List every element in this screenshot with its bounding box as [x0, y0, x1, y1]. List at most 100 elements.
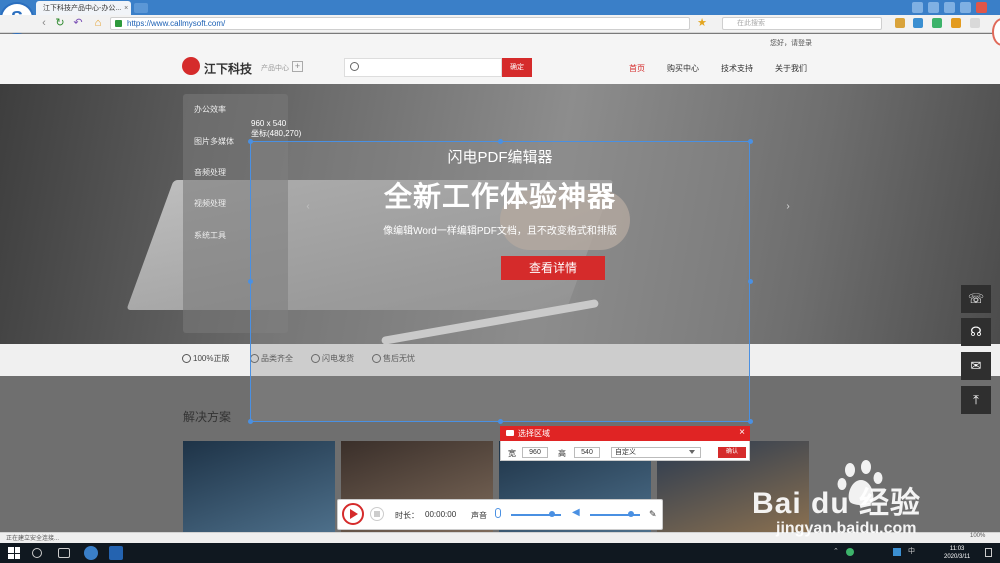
mic-volume-knob[interactable] [548, 511, 555, 517]
login-link[interactable]: 您好，请登录 [770, 38, 812, 48]
capture-size-label: 960 x 540 [251, 119, 287, 128]
watermark-url: jingyan.baidu.com [776, 520, 917, 537]
task-view-icon[interactable] [58, 548, 70, 558]
extension-icon[interactable] [895, 18, 905, 28]
skin-icon[interactable] [912, 2, 923, 13]
sound-label: 声音 [471, 511, 487, 520]
refresh-icon[interactable]: ↻ [54, 17, 66, 30]
banner-title: 闪电PDF编辑器 [447, 149, 553, 166]
width-input[interactable]: 960 [522, 447, 548, 458]
resize-handle-w[interactable] [248, 279, 253, 284]
preset-select[interactable]: 自定义 [611, 447, 701, 458]
phone-button[interactable]: ☏ [961, 285, 991, 313]
height-label: 高 [558, 449, 566, 458]
category-item-audio[interactable]: 音频处理 [194, 167, 226, 178]
microphone-icon[interactable] [495, 508, 501, 518]
resize-handle-s[interactable] [498, 419, 503, 424]
extension-icon[interactable] [932, 18, 942, 28]
site-search-input[interactable] [344, 58, 502, 77]
expand-plus-icon[interactable]: + [292, 61, 303, 72]
region-close-button[interactable]: × [737, 427, 747, 439]
notification-icon[interactable] [985, 548, 992, 557]
windows-start-icon[interactable] [8, 547, 20, 559]
mail-icon: ✉ [970, 358, 982, 373]
solution-card[interactable] [183, 441, 335, 532]
height-input[interactable]: 540 [574, 447, 600, 458]
width-label: 宽 [508, 449, 516, 458]
bookmark-star-icon[interactable]: ★ [696, 17, 708, 30]
extension-icon[interactable] [970, 18, 980, 28]
extension-icon[interactable] [951, 18, 961, 28]
duration-label: 时长： [395, 511, 419, 520]
region-confirm-button[interactable]: 确认 [718, 447, 746, 458]
banner-next-button[interactable]: › [781, 200, 795, 214]
duration-value: 00:00:00 [425, 510, 457, 519]
search-icon [350, 62, 359, 71]
view-details-button[interactable]: 查看详情 [501, 256, 605, 280]
address-url: https://www.callmysoft.com/ [127, 19, 226, 28]
customer-service-button[interactable]: ☊ [961, 318, 991, 346]
browser-search-input[interactable]: 在此搜索 [722, 17, 882, 30]
browser-tab[interactable]: 江下科技产品中心-办公... × [36, 1, 131, 15]
extension-icon[interactable] [913, 18, 923, 28]
undo-icon[interactable]: ↶ [72, 17, 84, 30]
site-search-button[interactable]: 确定 [502, 58, 532, 77]
nav-about[interactable]: 关于我们 [775, 63, 807, 74]
category-item-system[interactable]: 系统工具 [194, 230, 226, 241]
resize-handle-n[interactable] [498, 139, 503, 144]
app-taskbar-icon[interactable] [109, 546, 123, 560]
tab-title: 江下科技产品中心-办公... [43, 5, 122, 12]
nav-support[interactable]: 技术支持 [721, 63, 753, 74]
resize-handle-se[interactable] [748, 419, 753, 424]
address-bar[interactable]: https://www.callmysoft.com/ [110, 17, 690, 30]
minimize-button[interactable] [944, 2, 955, 13]
home-icon[interactable]: ⌂ [92, 17, 104, 30]
solutions-title: 解决方案 [183, 410, 232, 424]
resize-handle-sw[interactable] [248, 419, 253, 424]
banner-headline: 全新工作体验神器 [383, 181, 616, 212]
logo-subtitle: 产品中心 [261, 65, 289, 72]
shield-icon[interactable] [893, 548, 901, 556]
category-item-office[interactable]: 办公效率 [194, 104, 226, 115]
stop-icon [374, 511, 380, 517]
camera-icon [506, 430, 514, 436]
speaker-icon[interactable]: ◀ [572, 508, 582, 518]
secure-lock-icon [115, 20, 122, 27]
pen-icon[interactable]: ✎ [649, 509, 659, 519]
close-window-button[interactable] [976, 2, 987, 13]
back-icon[interactable]: ‹ [38, 17, 50, 30]
category-item-video[interactable]: 视频处理 [194, 198, 226, 209]
resize-handle-e[interactable] [748, 279, 753, 284]
chevron-down-icon [689, 450, 695, 454]
back-to-top-button[interactable]: ⤒ [961, 386, 991, 414]
chevron-up-icon[interactable]: ⌃ [833, 548, 841, 556]
region-dialog-title: 选择区域 [500, 426, 750, 441]
banner-description: 像编辑Word一样编辑PDF文档，且不改变格式和排版 [383, 226, 617, 237]
system-clock[interactable]: 11:03 2020/3/11 [944, 545, 970, 561]
logo-icon[interactable] [182, 57, 200, 75]
nav-home[interactable]: 首页 [629, 63, 645, 74]
maximize-button[interactable] [960, 2, 971, 13]
genuine-icon [182, 354, 191, 363]
headset-icon: ☊ [970, 324, 982, 339]
arrow-up-icon: ⤒ [973, 392, 979, 407]
resize-handle-nw[interactable] [248, 139, 253, 144]
wechat-icon[interactable] [846, 548, 854, 556]
nav-purchase[interactable]: 购买中心 [667, 63, 699, 74]
search-icon[interactable] [32, 548, 42, 558]
zoom-level[interactable]: 100% [970, 533, 985, 539]
ime-indicator[interactable]: 中 [908, 548, 916, 556]
resize-handle-ne[interactable] [748, 139, 753, 144]
speaker-volume-knob[interactable] [627, 511, 634, 517]
menu-icon[interactable] [928, 2, 939, 13]
capture-coord-label: 坐标(480,270) [251, 129, 302, 138]
browser-taskbar-icon[interactable] [84, 546, 98, 560]
phone-icon: ☏ [967, 291, 985, 306]
tab-close-icon[interactable]: × [124, 5, 128, 12]
category-item-multimedia[interactable]: 图片多媒体 [194, 136, 234, 147]
site-topbar [0, 34, 1000, 50]
mail-button[interactable]: ✉ [961, 352, 991, 380]
logo-text[interactable]: 江下科技 [204, 60, 252, 77]
new-tab-button[interactable] [134, 3, 148, 13]
watermark-brand: Bai du 经验 [752, 487, 922, 520]
